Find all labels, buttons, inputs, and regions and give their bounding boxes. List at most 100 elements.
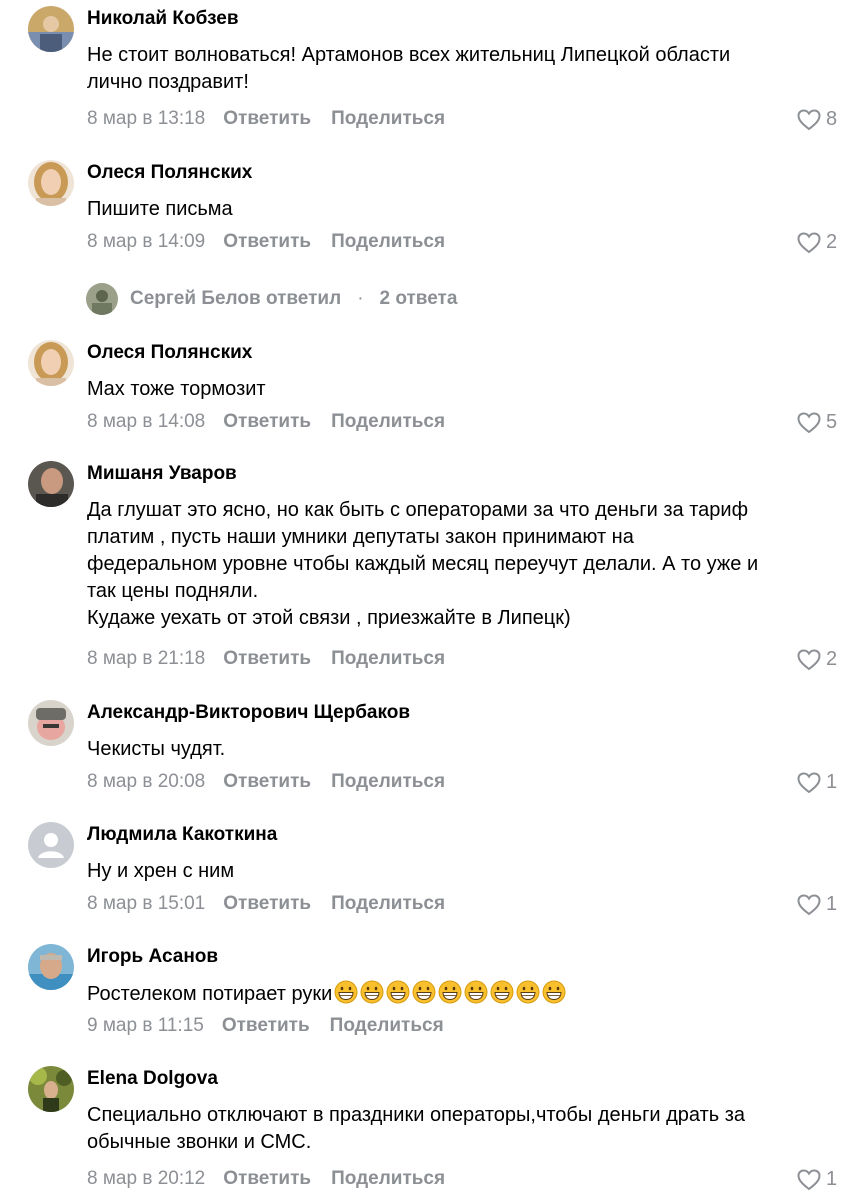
comment-author[interactable]: Elena Dolgova [87, 1068, 218, 1090]
like-button[interactable]: 1 [797, 893, 837, 919]
comment-text-line: Специально отключают в праздники операто… [87, 1104, 746, 1126]
share-button[interactable]: Поделиться [331, 771, 445, 793]
comment-text-line: Пишите письма [87, 198, 233, 220]
share-button[interactable]: Поделиться [331, 1168, 445, 1190]
grinning-face-emoji [334, 980, 358, 1004]
like-button[interactable]: 1 [797, 771, 837, 797]
comment-text: Пишите письма [87, 196, 857, 223]
avatar[interactable] [28, 700, 74, 746]
comment-text-line: Да глушат это ясно, но как быть с операт… [87, 499, 749, 521]
grinning-face-emoji [386, 980, 410, 1004]
comment-date[interactable]: 8 мар в 14:08 [87, 411, 205, 433]
like-count: 2 [826, 231, 838, 254]
heart-icon [797, 894, 821, 915]
show-replies-link[interactable]: Сергей Белов ответил · 2 ответа [86, 283, 458, 315]
like-button[interactable]: 2 [797, 231, 837, 257]
comment-meta: 8 мар в 20:08 Ответить Поделиться [87, 771, 445, 797]
comment-author[interactable]: Игорь Асанов [87, 946, 218, 968]
grinning-face-emoji [542, 980, 566, 1004]
comment-text: Чекисты чудят. [87, 736, 857, 763]
grinning-face-emoji [516, 980, 540, 1004]
heart-icon [797, 772, 821, 793]
reply-button[interactable]: Ответить [223, 411, 311, 433]
comment-author[interactable]: Людмила Какоткина [87, 824, 277, 846]
like-count: 1 [826, 1168, 838, 1191]
avatar[interactable] [28, 160, 74, 206]
reply-button[interactable]: Ответить [223, 648, 311, 670]
replier-name: Сергей Белов ответил [130, 288, 342, 309]
comment-author[interactable]: Николай Кобзев [87, 8, 239, 30]
comment-text-line: Ну и хрен с ним [87, 860, 235, 882]
like-button[interactable]: 1 [797, 1168, 837, 1194]
avatar[interactable] [28, 340, 74, 386]
comment-author[interactable]: Александр-Викторович Щербаков [87, 702, 410, 724]
comment-date[interactable]: 9 мар в 11:15 [87, 1015, 204, 1037]
comment-meta: 8 мар в 14:08 Ответить Поделиться [87, 411, 445, 437]
comment-text-line: Max тоже тормозит [87, 378, 266, 400]
avatar[interactable] [28, 822, 74, 868]
comment-meta: 8 мар в 13:18 Ответить Поделиться [87, 108, 445, 134]
comment-text-line: так цены подняли. [87, 580, 259, 602]
grinning-face-emoji [360, 980, 384, 1004]
reply-button[interactable]: Ответить [223, 893, 311, 915]
replies-count: 2 ответа [379, 288, 458, 309]
like-count: 8 [826, 108, 838, 131]
comment-text: Ну и хрен с ним [87, 858, 857, 885]
comment-text-line: обычные звонки и СМС. [87, 1131, 312, 1153]
grinning-face-emoji [438, 980, 462, 1004]
heart-icon [797, 232, 821, 253]
comment-date[interactable]: 8 мар в 15:01 [87, 893, 205, 915]
comment-text-line: платим , пусть наши умники депутаты зако… [87, 526, 634, 548]
comment-date[interactable]: 8 мар в 14:09 [87, 231, 205, 253]
share-button[interactable]: Поделиться [331, 648, 445, 670]
comment-date[interactable]: 8 мар в 21:18 [87, 648, 205, 670]
like-count: 1 [826, 771, 838, 794]
avatar[interactable] [28, 6, 74, 52]
emoji-row [332, 980, 566, 1005]
like-count: 1 [826, 893, 838, 916]
comment-date[interactable]: 8 мар в 20:08 [87, 771, 205, 793]
comment-text-line: Ростелеком потирает руки [87, 980, 857, 1008]
avatar[interactable] [28, 944, 74, 990]
reply-button[interactable]: Ответить [223, 231, 311, 253]
comment-meta: 8 мар в 20:12 Ответить Поделиться [87, 1168, 445, 1194]
share-button[interactable]: Поделиться [331, 893, 445, 915]
comment-author[interactable]: Олеся Полянских [87, 162, 252, 184]
heart-icon [797, 649, 821, 670]
share-button[interactable]: Поделиться [331, 231, 445, 253]
comment-date[interactable]: 8 мар в 20:12 [87, 1168, 205, 1190]
comment-text-line: Кудаже уехать от этой связи , приезжайте… [87, 607, 571, 629]
reply-button[interactable]: Ответить [223, 771, 311, 793]
reply-button[interactable]: Ответить [223, 1168, 311, 1190]
comment-date[interactable]: 8 мар в 13:18 [87, 108, 205, 130]
grinning-face-emoji [464, 980, 488, 1004]
comment-meta: 9 мар в 11:15 Ответить Поделиться [87, 1015, 444, 1041]
comment-text-fragment: Ростелеком потирает руки [87, 983, 333, 1005]
comment-meta: 8 мар в 15:01 Ответить Поделиться [87, 893, 445, 919]
comment-text-line: Чекисты чудят. [87, 738, 226, 760]
reply-button[interactable]: Ответить [223, 108, 311, 130]
avatar[interactable] [28, 1066, 74, 1112]
comment-author[interactable]: Мишаня Уваров [87, 463, 237, 485]
like-count: 2 [826, 648, 838, 671]
like-button[interactable]: 2 [797, 648, 837, 674]
comment-text: Ростелеком потирает руки [87, 980, 857, 1008]
reply-button[interactable]: Ответить [222, 1015, 310, 1037]
like-button[interactable]: 5 [797, 411, 837, 437]
comment-text: Да глушат это ясно, но как быть с операт… [87, 497, 857, 632]
share-button[interactable]: Поделиться [330, 1015, 444, 1037]
comment-text-line: Не стоит волноваться! Артамонов всех жит… [87, 44, 731, 66]
separator-dot: · [357, 288, 364, 309]
avatar[interactable] [28, 461, 74, 507]
comment-text-line: федеральном уровне чтобы каждый месяц пе… [87, 553, 759, 575]
like-count: 5 [826, 411, 838, 434]
heart-icon [797, 109, 821, 130]
comment-meta: 8 мар в 21:18 Ответить Поделиться [87, 648, 445, 674]
like-button[interactable]: 8 [797, 108, 837, 134]
comment-author[interactable]: Олеся Полянских [87, 342, 252, 364]
heart-icon [797, 1169, 821, 1190]
share-button[interactable]: Поделиться [331, 411, 445, 433]
replier-avatar [86, 283, 118, 315]
share-button[interactable]: Поделиться [331, 108, 445, 130]
comment-text: Max тоже тормозит [87, 376, 857, 403]
